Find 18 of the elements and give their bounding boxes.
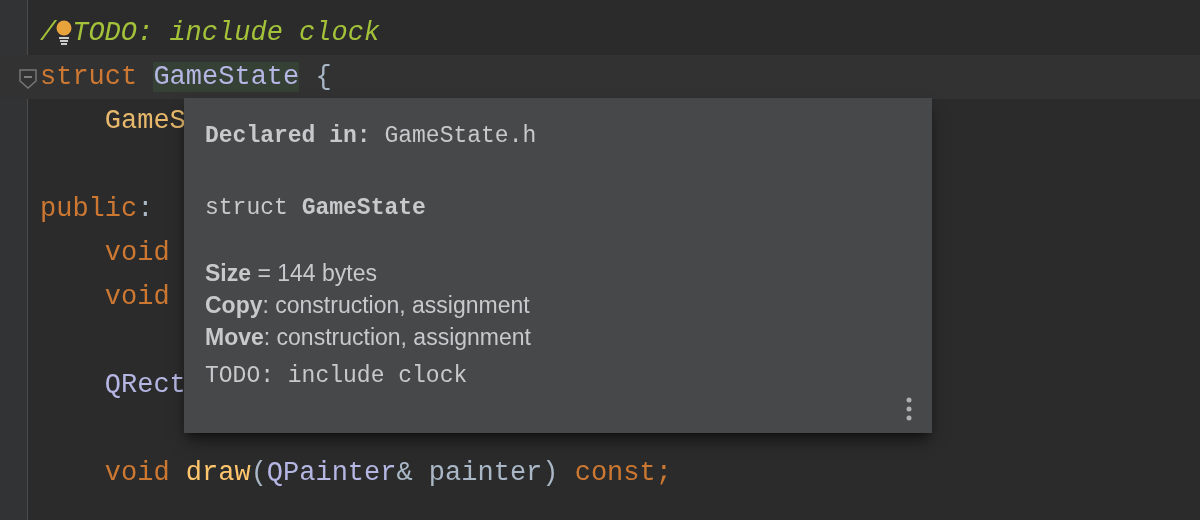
- code-line: GameS: [103, 105, 186, 138]
- code-line: void: [103, 237, 170, 270]
- more-options-icon[interactable]: [906, 397, 912, 421]
- lightbulb-icon[interactable]: [56, 20, 73, 46]
- code-line: public:: [40, 193, 154, 226]
- code-line: TODO: include clock: [72, 17, 381, 50]
- property-text: Size = 144 bytes: [205, 259, 377, 288]
- code-line: struct GameState {: [40, 61, 332, 94]
- fold-icon[interactable]: [19, 69, 37, 89]
- code-line: void: [103, 281, 170, 314]
- declared-in-text: Declared in: GameState.h: [205, 122, 537, 151]
- property-text: Copy: construction, assignment: [205, 291, 530, 320]
- code-line: /: [40, 17, 57, 50]
- comment-text: TODO: include clock: [205, 362, 468, 391]
- signature-text: struct GameState: [205, 194, 426, 223]
- code-line: QRect: [103, 369, 186, 402]
- code-line: void draw(QPainter& painter) const;: [103, 457, 672, 490]
- property-text: Move: construction, assignment: [205, 323, 531, 352]
